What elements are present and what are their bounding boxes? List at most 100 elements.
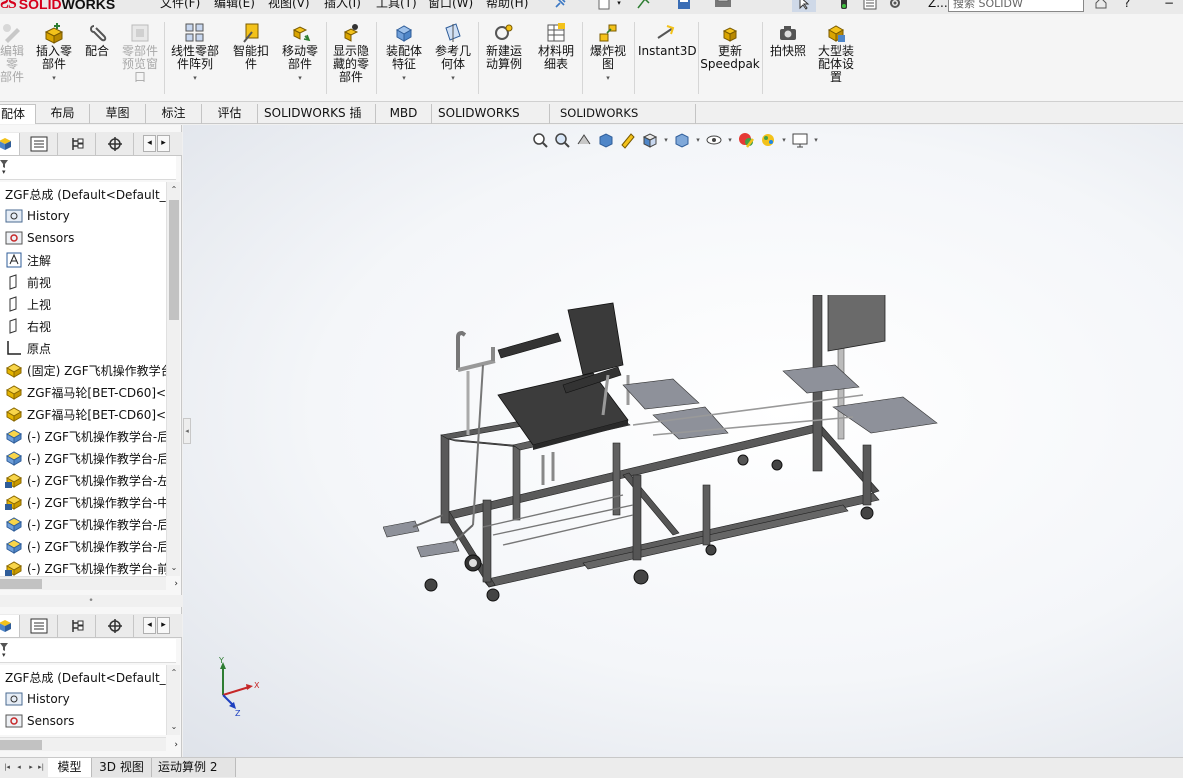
tree-item-sensors[interactable]: Sensors [0, 227, 166, 249]
panel-splitter[interactable]: • [0, 595, 182, 607]
instant3d-button[interactable]: Instant3D [638, 22, 697, 58]
tree-item-subassembly[interactable]: (-) ZGF飞机操作教学台-左 [0, 469, 166, 491]
hide-show-dropdown-icon[interactable]: ▾ [725, 136, 735, 144]
first-tab-icon[interactable]: |◂ [2, 760, 12, 774]
print-icon[interactable] [712, 0, 734, 12]
help-icon[interactable]: ? [1120, 0, 1134, 12]
tree-hscrollbar-top[interactable]: › [0, 576, 178, 590]
scroll-right-icon[interactable]: › [174, 738, 178, 752]
tree-item-part[interactable]: (-) ZGF飞机操作教学台-后 [0, 447, 166, 469]
tree-scrollbar-bottom[interactable]: ⌃ ⌄ [166, 665, 180, 735]
edit-component-button[interactable]: 编辑零 部件 [0, 22, 28, 84]
component-preview-button[interactable]: 零部件 预览窗 口 [118, 22, 162, 84]
configuration-manager-tab-2[interactable] [58, 615, 96, 637]
scroll-up-icon[interactable]: ⌃ [167, 184, 181, 196]
tree-item-part[interactable]: (-) ZGF飞机操作教学台-后 [0, 513, 166, 535]
dynamic-annotation-icon[interactable] [617, 129, 639, 151]
tree-item-caster-1[interactable]: ZGF福马轮[BET-CD60]<1 [0, 381, 166, 403]
prev-tab-icon[interactable]: ◂ [14, 760, 24, 774]
panel-scroll-left-icon-2[interactable]: ◂ [143, 617, 156, 634]
tab-motion-study-2[interactable]: 运动算例 2 [152, 758, 236, 777]
assembly-features-dropdown-icon[interactable]: ▾ [382, 72, 426, 85]
home-icon[interactable] [1094, 0, 1108, 12]
tree-root-assembly[interactable]: ZGF总成 (Default<Default_D [0, 183, 166, 205]
menu-tools[interactable]: 工具(T) [376, 0, 417, 12]
properties-icon[interactable] [862, 0, 878, 12]
view-orientation-dropdown-icon[interactable]: ▾ [661, 136, 671, 144]
reference-geometry-dropdown-icon[interactable]: ▾ [432, 72, 474, 85]
linear-pattern-dropdown-icon[interactable]: ▾ [168, 72, 222, 85]
search-input[interactable]: 搜索 SOLIDW [948, 0, 1084, 12]
edit-appearance-icon[interactable] [735, 129, 757, 151]
tab-model[interactable]: 模型 [48, 758, 92, 777]
filter-dropdown-icon[interactable]: ▾ [2, 651, 6, 659]
menu-window[interactable]: 窗口(W) [428, 0, 473, 12]
exploded-view-dropdown-icon[interactable]: ▾ [586, 72, 630, 85]
insert-component-button[interactable]: 插入零 部件 ▾ [34, 22, 74, 85]
menu-view[interactable]: 视图(V) [268, 0, 310, 12]
insert-component-dropdown-icon[interactable]: ▾ [34, 72, 74, 85]
tab-solidworks-inspection[interactable]: SOLIDWORKS Inspection [554, 104, 696, 139]
filter-dropdown-icon[interactable]: ▾ [2, 168, 6, 176]
hscroll-thumb[interactable] [0, 740, 42, 750]
linear-pattern-button[interactable]: 线性零部 件阵列 ▾ [168, 22, 222, 85]
view-settings-icon[interactable] [789, 129, 811, 151]
move-component-dropdown-icon[interactable]: ▾ [278, 72, 322, 85]
graphics-viewport[interactable]: ◧ ◨ − ▾ ▾ ▾ ▾ ▾ ◂ [183, 125, 1183, 757]
property-manager-tab-2[interactable] [20, 615, 58, 637]
scroll-right-icon[interactable]: › [174, 577, 178, 591]
exploded-view-button[interactable]: 爆炸视 图 ▾ [586, 22, 630, 85]
view-orientation-icon[interactable] [639, 129, 661, 151]
new-motion-study-button[interactable]: 新建运 动算例 [482, 22, 526, 71]
tree-item-origin[interactable]: 原点 [0, 337, 166, 359]
select-arrow-icon[interactable] [792, 0, 816, 12]
minimize-app-icon[interactable]: − [1162, 0, 1176, 12]
traffic-light-icon[interactable] [838, 0, 850, 12]
tree-item-sensors-2[interactable]: Sensors [0, 710, 166, 732]
tree-item-subassembly[interactable]: (-) ZGF飞机操作教学台-中 [0, 491, 166, 513]
tab-sketch[interactable]: 草图 [90, 104, 146, 124]
hscroll-thumb[interactable] [0, 579, 42, 589]
move-component-button[interactable]: 移动零 部件 ▾ [278, 22, 322, 85]
tab-mbd[interactable]: MBD [376, 104, 432, 124]
tree-scrollbar-top[interactable]: ⌃ ⌄ [166, 182, 180, 576]
tree-item-part[interactable]: (-) ZGF飞机操作教学台-后 [0, 425, 166, 447]
tree-item-subassembly[interactable]: (-) ZGF飞机操作教学台-前 [0, 557, 166, 576]
new-dropdown-icon[interactable]: ▾ [614, 0, 624, 12]
tree-filter-row[interactable]: ▾ [0, 156, 176, 180]
scroll-thumb[interactable] [169, 200, 179, 320]
view-settings-dropdown-icon[interactable]: ▾ [811, 136, 821, 144]
scroll-down-icon[interactable]: ⌄ [167, 721, 181, 733]
apply-scene-icon[interactable] [757, 129, 779, 151]
tab-evaluate[interactable]: 评估 [202, 104, 258, 124]
tab-assembly[interactable]: 配体 [0, 104, 36, 124]
user-menu[interactable]: Z... [928, 0, 948, 12]
display-style-dropdown-icon[interactable]: ▾ [693, 136, 703, 144]
sketch-icon[interactable] [636, 0, 652, 12]
section-view-icon[interactable] [595, 129, 617, 151]
panel-scroll-right-icon[interactable]: ▸ [157, 135, 170, 152]
feature-manager-tab[interactable] [0, 133, 20, 155]
tree-filter-row-2[interactable]: ▾ [0, 639, 176, 663]
tab-3d-views[interactable]: 3D 视图 [92, 758, 152, 777]
zoom-to-fit-icon[interactable] [529, 129, 551, 151]
take-snapshot-button[interactable]: 拍快照 [766, 22, 810, 58]
display-style-icon[interactable] [671, 129, 693, 151]
reference-geometry-button[interactable]: 参考几 何体 ▾ [432, 22, 474, 85]
tab-solidworks-cam[interactable]: SOLIDWORKS CAM [432, 104, 550, 139]
menu-insert[interactable]: 插入(I) [324, 0, 361, 12]
mate-button[interactable]: 配合 [82, 22, 112, 58]
panel-collapse-handle[interactable]: ◂ [183, 418, 191, 444]
assembly-features-button[interactable]: 装配体 特征 ▾ [382, 22, 426, 85]
bill-of-materials-button[interactable]: 材料明 细表 [534, 22, 578, 71]
options-gear-icon[interactable] [886, 0, 904, 12]
tree-item-fixed-subassembly[interactable]: (固定) ZGF飞机操作教学台 [0, 359, 166, 381]
save-icon[interactable] [676, 0, 692, 12]
tree-item-top-plane[interactable]: 上视 [0, 293, 166, 315]
apply-scene-dropdown-icon[interactable]: ▾ [779, 136, 789, 144]
tree-item-history[interactable]: History [0, 205, 166, 227]
hide-show-items-icon[interactable] [703, 129, 725, 151]
panel-scroll-right-icon-2[interactable]: ▸ [157, 617, 170, 634]
last-tab-icon[interactable]: ▸| [36, 760, 46, 774]
panel-scroll-left-icon[interactable]: ◂ [143, 135, 156, 152]
